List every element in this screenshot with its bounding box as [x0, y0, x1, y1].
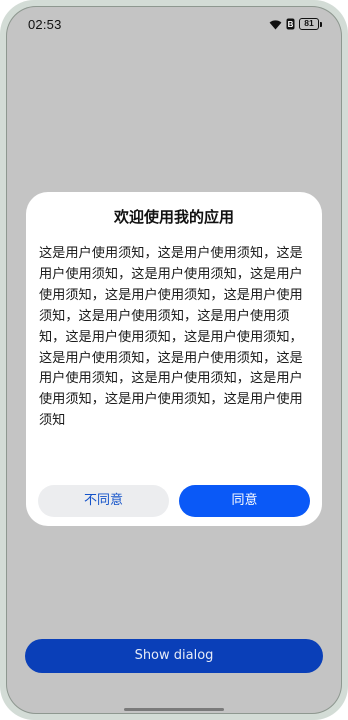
status-bar: 02:53 B 81 [6, 6, 342, 42]
dialog-message: 这是用户使用须知，这是用户使用须知，这是用户使用须知，这是用户使用须知，这是用户… [39, 246, 303, 429]
disagree-button[interactable]: 不同意 [38, 485, 169, 517]
show-dialog-button[interactable]: Show dialog [25, 639, 323, 673]
dialog-title: 欢迎使用我的应用 [113, 208, 234, 226]
battery-tip [320, 21, 322, 27]
notification-badge-icon: B [286, 18, 295, 30]
status-time: 02:53 [28, 17, 62, 32]
device-frame: 02:53 B 81 欢迎使用我的应用 这是用户使用须知，这是用户使用须知，这是… [0, 0, 348, 720]
home-indicator[interactable] [124, 708, 224, 711]
agree-button[interactable]: 同意 [179, 485, 310, 517]
wifi-icon [269, 19, 282, 30]
dialog: 欢迎使用我的应用 这是用户使用须知，这是用户使用须知，这是用户使用须知，这是用户… [26, 192, 322, 526]
battery-icon: 81 [299, 18, 322, 30]
status-icons: B 81 [269, 17, 322, 31]
battery-level: 81 [299, 18, 319, 30]
screen: 02:53 B 81 欢迎使用我的应用 这是用户使用须知，这是用户使用须知，这是… [6, 6, 342, 714]
svg-text:B: B [288, 20, 294, 29]
